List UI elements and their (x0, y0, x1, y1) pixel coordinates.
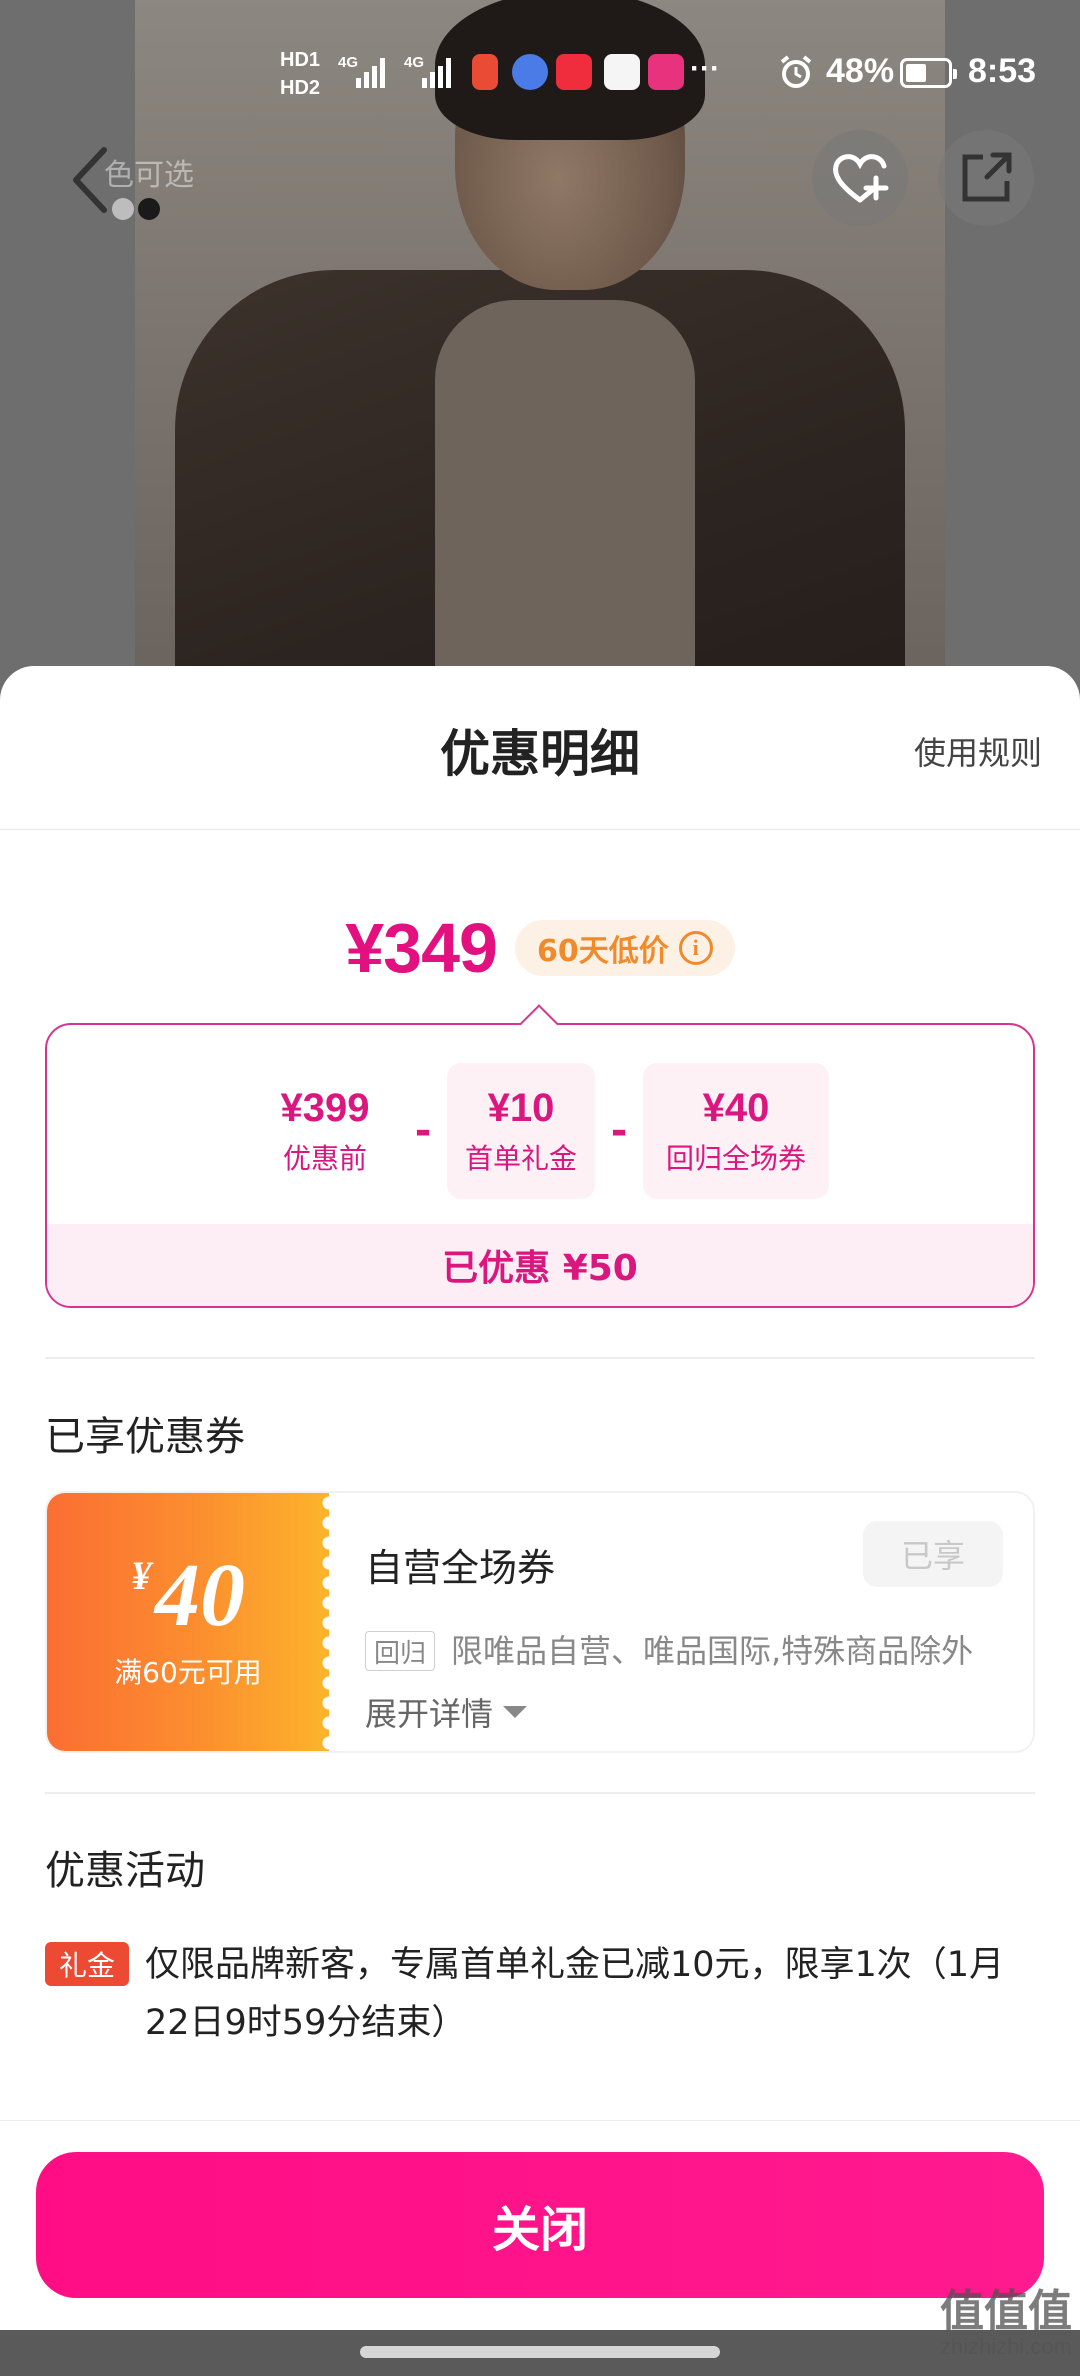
heart-plus-icon (833, 154, 889, 203)
photo-tee-shape (435, 300, 695, 700)
minus-operator: - (610, 1108, 628, 1154)
app-notification-icon-red-packet (472, 54, 498, 90)
network-label-1: HD1 (280, 49, 321, 71)
home-indicator[interactable] (360, 2346, 720, 2358)
breakdown-value: ¥399 (280, 1085, 370, 1130)
breakdown-value: ¥40 (702, 1085, 770, 1130)
coupon-name: 自营全场券 (365, 1546, 556, 1590)
info-icon: i (678, 931, 713, 965)
sheet-header: 优惠明细 使用规则 (0, 666, 1080, 830)
price-breakdown-box: ¥399 优惠前 - ¥10 首单礼金 - ¥40 回归全场券 已优惠 ¥50 (45, 1023, 1035, 1308)
share-icon (962, 152, 1012, 202)
coupon-tag: 回归 (365, 1631, 436, 1671)
battery-icon (900, 58, 957, 88)
breakdown-return-coupon: ¥40 回归全场券 (643, 1063, 829, 1199)
alarm-icon (780, 55, 812, 88)
favorite-button[interactable] (812, 130, 908, 226)
promo-section-title: 优惠活动 (45, 1848, 205, 1894)
close-button[interactable]: 关闭 (36, 2152, 1044, 2298)
system-nav-bar (0, 2330, 1080, 2376)
watermark-logo: 值值值 (940, 2287, 1072, 2336)
status-bar: HD1 HD2 4G 4G ··· 48% 8:53 (0, 40, 1080, 110)
signal-label-2: 4G (404, 54, 425, 71)
color-dot-light[interactable] (112, 198, 134, 220)
app-notification-icon-music (512, 54, 548, 90)
divider (45, 1357, 1035, 1359)
footer-divider (0, 2120, 1080, 2121)
breakdown-label: 首单礼金 (464, 1141, 577, 1175)
signal-label-1: 4G (338, 54, 359, 71)
divider (45, 1792, 1035, 1794)
low-price-badge[interactable]: 60天低价 i (514, 920, 735, 976)
coupon-description: 限唯品自营、唯品国际,特殊商品除外 (451, 1632, 974, 1670)
coupon-amount-value: 40 (155, 1546, 245, 1645)
network-label-2: HD2 (280, 77, 321, 99)
coupon-perforation (319, 1493, 339, 1751)
discount-details-sheet: 优惠明细 使用规则 ¥349 60天低价 i ¥399 优惠前 - ¥10 首单… (0, 666, 1080, 2376)
minus-operator: - (414, 1108, 432, 1154)
coupon-amount: ¥40 (47, 1551, 329, 1641)
coupon-card[interactable]: ¥40 满60元可用 自营全场券 已享 回归 限唯品自营、唯品国际,特殊商品除外… (45, 1491, 1035, 1753)
color-swatch-dots[interactable] (112, 198, 160, 220)
app-notification-icon-xiaohongshu (556, 54, 592, 90)
app-notification-icon-vip (648, 54, 684, 90)
coupons-section-title: 已享优惠券 (45, 1414, 245, 1460)
more-notifications-icon: ··· (690, 52, 720, 85)
watermark-url: zhizhizhi.com (939, 2334, 1072, 2359)
promo-description: 仅限品牌新客，专属首单礼金已减10元，限享1次（1月22日9时59分结束） (145, 1945, 1005, 2043)
breakdown-label: 优惠前 (282, 1141, 367, 1175)
breakdown-items: ¥399 优惠前 - ¥10 首单礼金 - ¥40 回归全场券 (47, 1061, 1033, 1201)
breakdown-first-order-gift: ¥10 首单礼金 (447, 1063, 595, 1199)
color-options-hint: 色可选 (104, 158, 194, 193)
watermark: 值值值 zhizhizhi.com (940, 2290, 1072, 2360)
coupon-currency: ¥ (131, 1553, 151, 1598)
caret-down-icon (503, 1706, 528, 1718)
breakdown-label: 回归全场券 (665, 1141, 806, 1175)
coupon-value-panel: ¥40 满60元可用 (47, 1493, 339, 1751)
total-discount: 已优惠 ¥50 (47, 1224, 1033, 1306)
clock: 8:53 (968, 52, 1037, 90)
low-price-badge-label: 60天低价 (536, 934, 669, 969)
coupon-expand-toggle[interactable]: 展开详情 (365, 1689, 528, 1735)
gift-tag: 礼金 (45, 1942, 129, 1986)
signal-icon-2 (422, 54, 451, 88)
coupon-status-button[interactable]: 已享 (863, 1521, 1003, 1587)
usage-rules-link[interactable]: 使用规则 (914, 728, 1042, 774)
breakdown-value: ¥10 (487, 1085, 555, 1130)
final-price: ¥349 (345, 909, 498, 987)
breakdown-original-price: ¥399 优惠前 (251, 1063, 399, 1199)
network-indicators: HD1 HD2 (280, 46, 320, 102)
price-row: ¥349 60天低价 i (0, 898, 1080, 998)
battery-percent: 48% (826, 52, 895, 90)
coupon-condition: 满60元可用 (114, 1656, 262, 1689)
share-button[interactable] (938, 130, 1034, 226)
coupon-expand-label: 展开详情 (365, 1695, 494, 1733)
color-dot-dark[interactable] (138, 198, 160, 220)
app-notification-icon-calendar (604, 54, 640, 90)
signal-icon-1 (356, 54, 385, 88)
